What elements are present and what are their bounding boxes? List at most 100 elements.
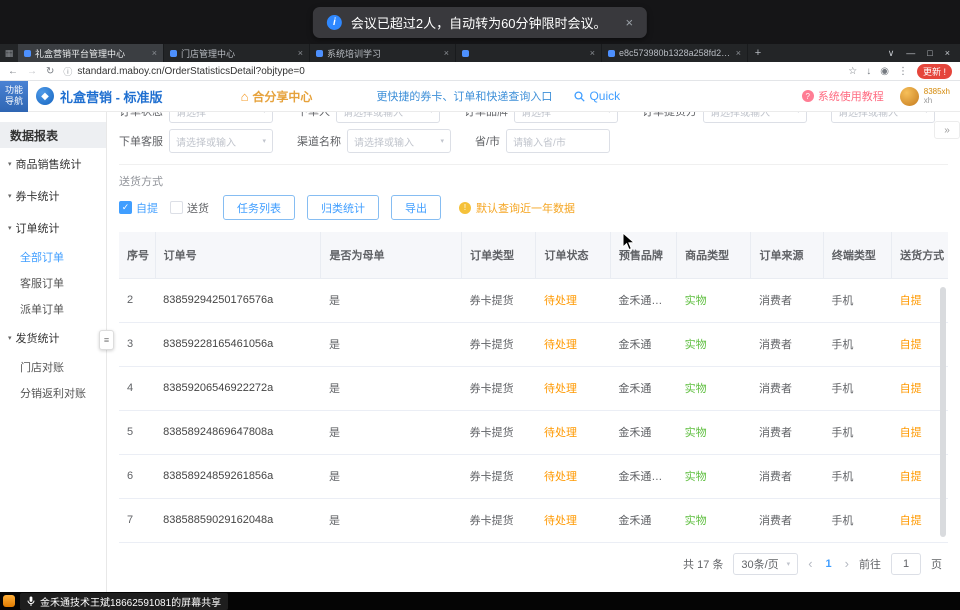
tab-favicon (24, 50, 31, 57)
table-cell: 消费者 (751, 410, 823, 454)
action-button-归类统计[interactable]: 归类统计 (307, 195, 379, 220)
tutorial-link[interactable]: ? 系统使用教程 (802, 88, 884, 104)
action-button-导出[interactable]: 导出 (391, 195, 441, 220)
vertical-scrollbar[interactable] (940, 287, 946, 537)
filter-field: 请选择或输入 ▾ (831, 112, 935, 123)
goto-label: 前往 (859, 556, 881, 572)
action-buttons: 任务列表归类统计导出 (223, 195, 441, 220)
main-content: » 订单状态请选择▾下单人请选择或输入▾订单品牌请选择▾订单提货方请选择或输入▾… (107, 112, 960, 592)
menu-dots-icon[interactable]: ⋮ (898, 66, 908, 77)
browser-tab[interactable]: 门店管理中心× (164, 44, 310, 62)
caret-down-icon: ▾ (8, 160, 12, 168)
browser-tab[interactable]: 系统培训学习× (310, 44, 456, 62)
minimize-icon[interactable]: — (906, 48, 915, 58)
page-unit: 页 (931, 556, 942, 572)
filter-placeholder: 请选择或输入 (838, 112, 898, 119)
refresh-icon[interactable]: ↻ (46, 66, 54, 77)
screen-share-text: 金禾通技术王斌18662591081的屏幕共享 (40, 594, 221, 609)
table-cell: 金禾通 (610, 322, 676, 366)
bookmark-star-icon[interactable]: ☆ (848, 66, 857, 77)
filter-select[interactable]: 请选择▾ (514, 112, 618, 123)
delivery-checkbox-送货[interactable]: 送货 (170, 200, 209, 216)
url-bar[interactable]: ⓘ standard.maboy.cn/OrderStatisticsDetai… (63, 65, 839, 78)
sidebar-collapse-handle[interactable]: ≡ (99, 330, 114, 350)
share-center-link[interactable]: ⌂ 合分享中心 (241, 88, 313, 105)
tab-close-icon[interactable]: × (298, 48, 303, 58)
maximize-icon[interactable]: □ (927, 48, 932, 58)
filter-select[interactable]: 请选择或输入▾ (703, 112, 807, 123)
sidebar-item-分销返利对账[interactable]: 分销返利对账 (0, 380, 106, 406)
delivery-filter-label: 送货方式 (119, 173, 948, 189)
meeting-app-icon[interactable] (3, 595, 15, 607)
filter-select[interactable]: 请选择或输入 ▾ (347, 129, 451, 153)
tab-close-icon[interactable]: × (444, 48, 449, 58)
action-button-任务列表[interactable]: 任务列表 (223, 195, 295, 220)
filter-select[interactable]: 请选择▾ (169, 112, 273, 123)
browser-tab[interactable]: e8c573980b1328a258fd2e6l× (602, 44, 748, 62)
table-cell: 83858924859261856a (155, 454, 321, 498)
filter-row-1: 订单状态请选择▾下单人请选择或输入▾订单品牌请选择▾订单提货方请选择或输入▾请选… (119, 112, 948, 126)
sidebar-item-订单统计[interactable]: ▾订单统计 (0, 212, 106, 244)
nav-rail-line2: 导航 (5, 96, 23, 107)
prev-page-button[interactable]: ‹ (808, 556, 812, 571)
sidebar-item-门店对账[interactable]: 门店对账 (0, 354, 106, 380)
sidebar-item-派单订单[interactable]: 派单订单 (0, 296, 106, 322)
back-icon[interactable]: ← (8, 66, 18, 77)
tab-close-icon[interactable]: × (152, 48, 157, 58)
browser-menu-icon[interactable]: ▦ (0, 44, 18, 62)
sidebar-item-全部订单[interactable]: 全部订单 (0, 244, 106, 270)
new-tab-button[interactable]: + (748, 44, 768, 62)
query-tip: ! 默认查询近一年数据 (459, 200, 575, 216)
tabsearch-icon[interactable]: ∨ (888, 48, 895, 59)
filter-collapse-button[interactable]: » (934, 121, 960, 139)
download-icon[interactable]: ↓ (866, 66, 871, 77)
column-header: 订单状态 (536, 232, 610, 278)
filter-placeholder: 请选择或输入 (354, 134, 414, 149)
sidebar-item-商品销售统计[interactable]: ▾商品销售统计 (0, 148, 106, 180)
site-info-icon[interactable]: ⓘ (63, 65, 72, 78)
filter-placeholder: 请选择或输入 (710, 112, 770, 119)
meeting-toast: i 会议已超过2人，自动转为60分钟限时会议。 × (313, 7, 647, 38)
delivery-options: ✓自提送货 (119, 200, 209, 216)
screen: i 会议已超过2人，自动转为60分钟限时会议。 × ▦ 礼盒营销平台管理中心×门… (0, 0, 960, 610)
table-cell: 4 (119, 366, 155, 410)
sidebar-item-发货统计[interactable]: ▾发货统计 (0, 322, 106, 354)
page-size-select[interactable]: 30条/页 ▾ (733, 553, 798, 575)
browser-update-badge[interactable]: 更新 ! (917, 64, 952, 79)
filter-select[interactable]: 请选择或输入 ▾ (831, 112, 935, 123)
close-window-icon[interactable]: × (945, 48, 950, 58)
filter-select[interactable]: 请选择或输入▾ (169, 129, 273, 153)
filter-field: 订单品牌请选择▾ (464, 112, 618, 123)
chevron-down-icon: ▾ (440, 137, 444, 145)
table-body: 283859294250176576a是券卡提货待处理金禾通自提实物消费者手机自… (119, 278, 948, 542)
app-logo-icon: ◆ (36, 87, 54, 105)
table-cell: 实物 (677, 410, 751, 454)
delivery-checkbox-自提[interactable]: ✓自提 (119, 200, 158, 216)
quick-search-link[interactable]: Quick (574, 89, 620, 103)
browser-tab[interactable]: 礼盒营销平台管理中心× (18, 44, 164, 62)
sidebar-item-label: 券卡统计 (16, 188, 60, 204)
forward-icon[interactable]: → (27, 66, 37, 77)
tab-close-icon[interactable]: × (736, 48, 741, 58)
browser-tab[interactable]: × (456, 44, 602, 62)
browser-addressbar: ← → ↻ ⓘ standard.maboy.cn/OrderStatistic… (0, 62, 960, 81)
filter-input[interactable]: 请输入省/市 (506, 129, 610, 153)
function-nav-toggle[interactable]: 功能 导航 (0, 81, 28, 112)
filter-select[interactable]: 请选择或输入▾ (336, 112, 440, 123)
column-header: 是否为母单 (321, 232, 462, 278)
next-page-button[interactable]: › (845, 556, 849, 571)
total-count: 共 17 条 (683, 556, 723, 572)
tab-close-icon[interactable]: × (590, 48, 595, 58)
user-menu[interactable]: 8385xh xh (900, 87, 950, 106)
table-cell: 实物 (677, 454, 751, 498)
chevron-down-icon: ▾ (924, 112, 928, 115)
current-page[interactable]: 1 (823, 558, 835, 570)
sidebar-item-客服订单[interactable]: 客服订单 (0, 270, 106, 296)
table-row: 283859294250176576a是券卡提货待处理金禾通自提实物消费者手机自… (119, 278, 948, 322)
orders-table-wrap: 序号订单号是否为母单订单类型订单状态预售品牌商品类型订单来源终端类型送货方式 2… (119, 232, 948, 543)
profile-icon[interactable]: ◉ (880, 66, 889, 77)
sidebar-item-券卡统计[interactable]: ▾券卡统计 (0, 180, 106, 212)
goto-page-input[interactable] (891, 553, 921, 575)
table-cell: 实物 (677, 366, 751, 410)
close-icon[interactable]: × (626, 15, 634, 30)
